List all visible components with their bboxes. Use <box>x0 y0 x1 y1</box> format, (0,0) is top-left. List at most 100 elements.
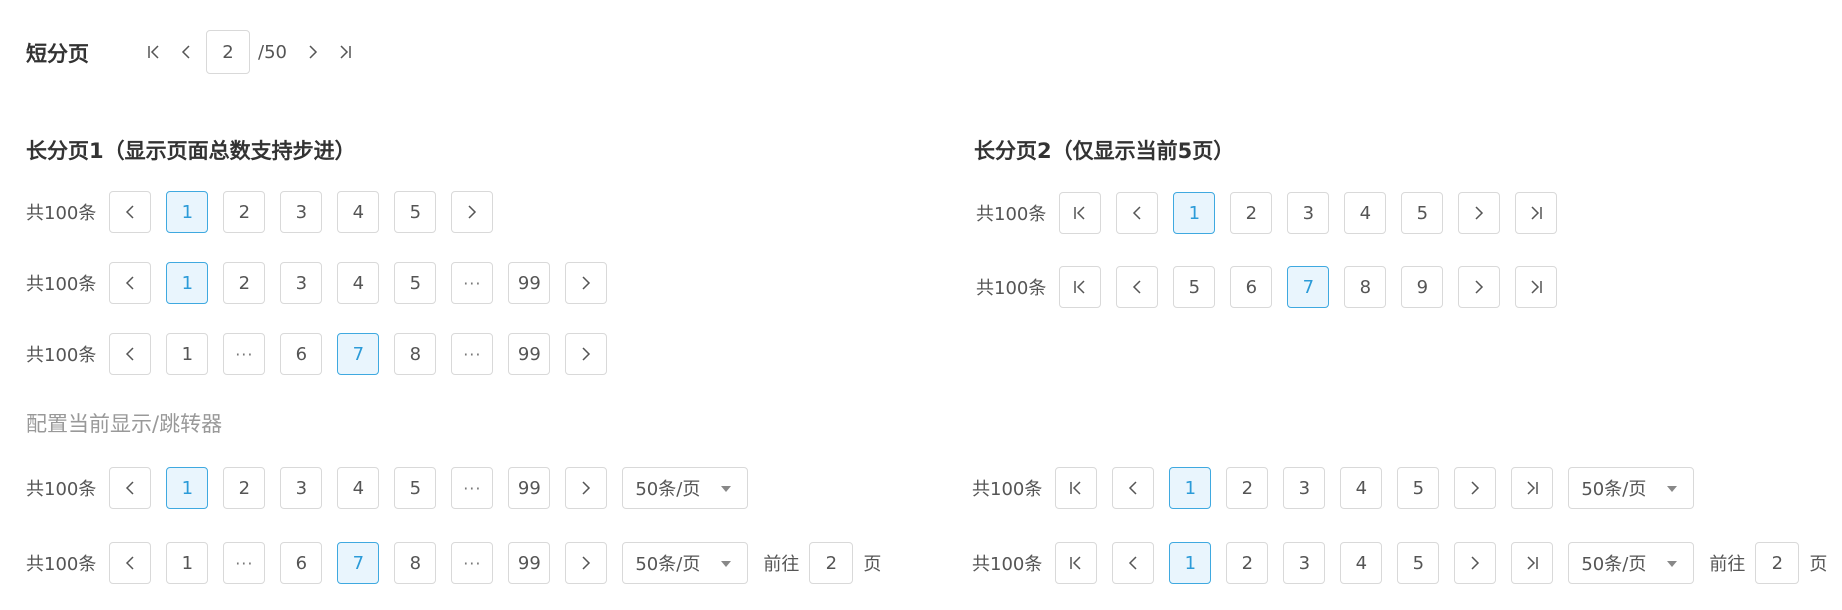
page-button[interactable]: 6 <box>280 333 323 375</box>
page-button[interactable]: 7 <box>1287 266 1330 308</box>
page-button[interactable]: 5 <box>1397 542 1440 584</box>
prev-page-icon <box>1125 480 1141 496</box>
page-button[interactable]: 1 <box>166 333 209 375</box>
page-button[interactable]: 7 <box>337 542 380 584</box>
page-size-select[interactable]: 50条/页 <box>1568 542 1695 584</box>
prev-page-icon <box>122 275 138 291</box>
page-button[interactable]: 4 <box>337 467 380 509</box>
page-button[interactable]: 4 <box>1340 467 1383 509</box>
page-button[interactable]: 4 <box>337 262 380 304</box>
page-button[interactable]: 1 <box>1173 192 1216 234</box>
page-button[interactable]: 3 <box>1283 467 1326 509</box>
next-page-button[interactable] <box>1458 266 1501 308</box>
prev-page-button[interactable] <box>109 542 152 584</box>
prev-page-icon <box>122 480 138 496</box>
prev-page-button[interactable] <box>109 191 152 233</box>
prev-page-button[interactable] <box>1112 467 1155 509</box>
page-button[interactable]: 3 <box>280 262 323 304</box>
page-button[interactable]: 1 <box>166 542 209 584</box>
prev-page-button[interactable] <box>1112 542 1155 584</box>
prev-page-button[interactable] <box>1116 192 1159 234</box>
prev-page-button[interactable] <box>109 262 152 304</box>
page-button[interactable]: 1 <box>1169 542 1212 584</box>
page-button[interactable]: 99 <box>508 333 551 375</box>
jump-page-input[interactable] <box>1755 542 1800 584</box>
page-button[interactable]: 4 <box>1340 542 1383 584</box>
page-button[interactable]: 7 <box>337 333 380 375</box>
page-button[interactable]: 8 <box>394 542 437 584</box>
page-button[interactable]: 8 <box>1344 266 1387 308</box>
first-page-icon <box>1068 480 1084 496</box>
first-page-button[interactable] <box>1055 542 1098 584</box>
page-button[interactable]: 5 <box>394 191 437 233</box>
page-button[interactable]: 4 <box>1344 192 1387 234</box>
page-button[interactable]: 6 <box>1230 266 1273 308</box>
page-button[interactable]: 1 <box>166 191 209 233</box>
first-page-icon[interactable] <box>142 30 166 74</box>
page-button[interactable]: 5 <box>394 262 437 304</box>
ellipsis-button[interactable]: ··· <box>451 333 494 375</box>
short-pager-input[interactable] <box>206 30 250 74</box>
page-button[interactable]: 2 <box>1226 467 1269 509</box>
next-page-button[interactable] <box>565 333 608 375</box>
page-button[interactable]: 3 <box>280 467 323 509</box>
ellipsis-button[interactable]: ··· <box>451 262 494 304</box>
prev-page-button[interactable] <box>109 333 152 375</box>
page-button[interactable]: 1 <box>166 467 209 509</box>
page-button[interactable]: 2 <box>1226 542 1269 584</box>
first-page-button[interactable] <box>1055 467 1098 509</box>
page-button[interactable]: 8 <box>394 333 437 375</box>
page-button[interactable]: 99 <box>508 262 551 304</box>
last-page-button[interactable] <box>1515 266 1558 308</box>
long-pager-1-heading: 长分页1（显示页面总数支持步进） <box>26 139 356 163</box>
page-button[interactable]: 2 <box>223 191 266 233</box>
page-button[interactable]: 2 <box>223 262 266 304</box>
next-page-button[interactable] <box>1458 192 1501 234</box>
page-button[interactable]: 2 <box>1230 192 1273 234</box>
last-page-button[interactable] <box>1515 192 1558 234</box>
pager-row: 共100条 1 2 3 4 5 ··· 99 <box>26 260 622 306</box>
prev-page-icon <box>122 555 138 571</box>
page-button[interactable]: 2 <box>223 467 266 509</box>
next-page-button[interactable] <box>565 262 608 304</box>
page-button[interactable]: 1 <box>1169 467 1212 509</box>
next-page-button[interactable] <box>1454 542 1497 584</box>
page-button[interactable]: 1 <box>166 262 209 304</box>
ellipsis-button[interactable]: ··· <box>451 467 494 509</box>
page-button[interactable]: 3 <box>280 191 323 233</box>
last-page-button[interactable] <box>1511 467 1554 509</box>
jump-page-input[interactable] <box>809 542 854 584</box>
page-size-select[interactable]: 50条/页 <box>622 467 749 509</box>
page-button[interactable]: 99 <box>508 542 551 584</box>
page-button[interactable]: 3 <box>1287 192 1330 234</box>
page-button[interactable]: 5 <box>1173 266 1216 308</box>
next-page-button[interactable] <box>565 542 608 584</box>
page-button[interactable]: 99 <box>508 467 551 509</box>
next-page-button[interactable] <box>1454 467 1497 509</box>
page-button[interactable]: 3 <box>1283 542 1326 584</box>
next-page-button[interactable] <box>451 191 494 233</box>
prev-page-button[interactable] <box>1116 266 1159 308</box>
prev-page-button[interactable] <box>109 467 152 509</box>
first-page-button[interactable] <box>1059 192 1102 234</box>
ellipsis-button[interactable]: ··· <box>223 333 266 375</box>
last-page-button[interactable] <box>1511 542 1554 584</box>
page-button[interactable]: 4 <box>337 191 380 233</box>
ellipsis-button[interactable]: ··· <box>451 542 494 584</box>
page-button[interactable]: 5 <box>1401 192 1444 234</box>
short-pager: /50 <box>142 30 365 74</box>
last-page-icon[interactable] <box>333 30 357 74</box>
total-count: 共100条 <box>26 274 97 295</box>
page-button[interactable]: 5 <box>394 467 437 509</box>
ellipsis-button[interactable]: ··· <box>223 542 266 584</box>
prev-page-icon[interactable] <box>174 30 198 74</box>
next-page-button[interactable] <box>565 467 608 509</box>
next-page-icon[interactable] <box>301 30 325 74</box>
jump-unit: 页 <box>1809 554 1828 575</box>
page-size-select[interactable]: 50条/页 <box>1568 467 1695 509</box>
page-size-select[interactable]: 50条/页 <box>622 542 749 584</box>
page-button[interactable]: 9 <box>1401 266 1444 308</box>
page-button[interactable]: 6 <box>280 542 323 584</box>
first-page-button[interactable] <box>1059 266 1102 308</box>
page-button[interactable]: 5 <box>1397 467 1440 509</box>
